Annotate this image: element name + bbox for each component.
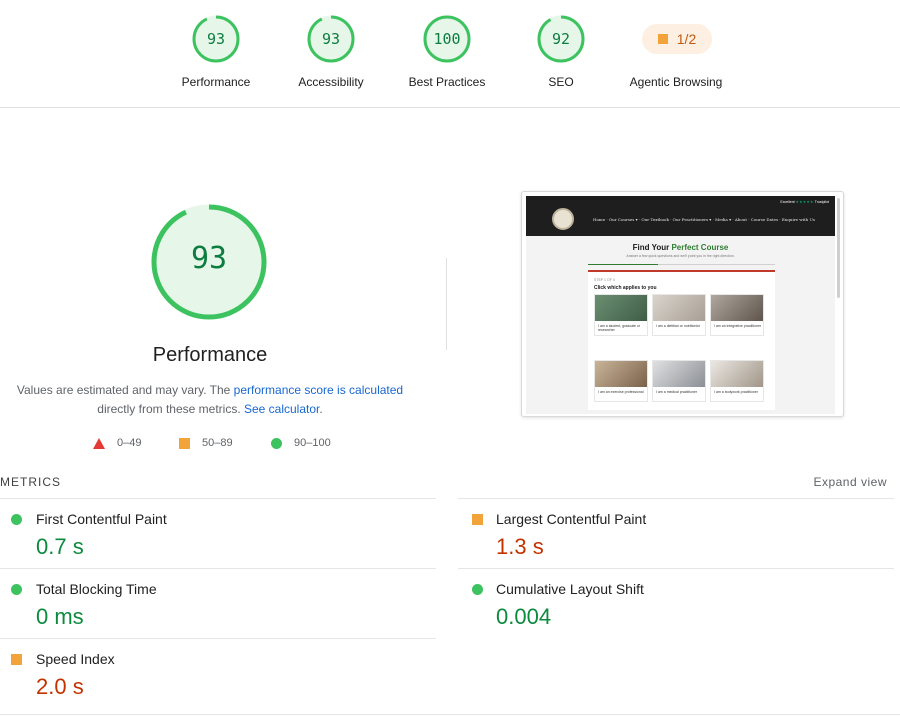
metric-total-blocking-time[interactable]: Total Blocking Time 0 ms — [0, 568, 436, 638]
gauge-seo[interactable]: 92 SEO — [501, 14, 621, 89]
expand-view-toggle[interactable]: Expand view — [813, 475, 887, 489]
legend-fail: 0–49 — [93, 437, 141, 449]
pass-circle-icon — [11, 584, 22, 595]
metric-value: 0 ms — [36, 604, 84, 629]
thumb-body: Find Your Perfect Course Answer a few qu… — [526, 236, 835, 414]
average-square-icon — [472, 514, 483, 525]
metric-value: 1.3 s — [496, 534, 544, 559]
thumb-tile: I am an integrative practitioner — [710, 294, 764, 336]
thumb-tile: I am a medical practitioner — [652, 360, 706, 402]
thumb-tile: I am a student, graduate or researcher — [594, 294, 648, 336]
thumb-header: Excellent ★★★★★ Trustpilot Home · Our Co… — [526, 196, 835, 236]
metric-name: First Contentful Paint — [36, 511, 167, 527]
gauge-label: Agentic Browsing — [629, 75, 723, 89]
thumb-tile: I am a dietitian or nutritionist — [652, 294, 706, 336]
metric-name: Largest Contentful Paint — [496, 511, 647, 527]
metric-name: Total Blocking Time — [36, 581, 157, 597]
metric-speed-index[interactable]: Speed Index 2.0 s — [0, 638, 436, 708]
divider — [0, 714, 900, 715]
metric-name: Speed Index — [36, 651, 115, 667]
legend-pass: 90–100 — [271, 437, 331, 449]
thumb-quiz-card: STEP 1 OF 4 Click which applies to you I… — [588, 270, 775, 410]
gauge-score: 92 — [551, 30, 571, 48]
average-square-icon — [657, 34, 668, 44]
agentic-score-pill: 1/2 — [642, 24, 712, 54]
gauge-score: 100 — [433, 30, 461, 48]
thumb-progress-fill — [588, 264, 658, 265]
fail-triangle-icon — [93, 437, 105, 449]
thumb-heading: Find Your Perfect Course — [632, 243, 729, 252]
metric-value: 2.0 s — [36, 674, 84, 699]
gauge-agentic-browsing[interactable]: 1/2 Agentic Browsing — [630, 14, 722, 89]
metric-value: 0.7 s — [36, 534, 84, 559]
divider — [446, 258, 447, 350]
score-calculated-link[interactable]: performance score is calculated — [234, 383, 403, 397]
legend-average-range: 50–89 — [202, 437, 233, 449]
pass-circle-icon — [472, 584, 483, 595]
thumb-scrollbar[interactable] — [837, 198, 840, 298]
metric-value: 0.004 — [496, 604, 552, 629]
metrics-heading: METRICS — [0, 475, 61, 489]
average-square-icon — [179, 437, 190, 449]
legend-average: 50–89 — [179, 437, 233, 449]
desc-text: . — [319, 402, 323, 416]
thumb-logo — [552, 208, 574, 230]
gauge-accessibility[interactable]: 93 Accessibility — [271, 14, 391, 89]
gauge-best-practices[interactable]: 100 Best Practices — [387, 14, 507, 89]
thumb-tile: I am a bodywork practitioner — [710, 360, 764, 402]
metric-cumulative-layout-shift[interactable]: Cumulative Layout Shift 0.004 — [458, 568, 894, 638]
performance-score: 93 — [190, 241, 228, 276]
metric-first-contentful-paint[interactable]: First Contentful Paint 0.7 s — [0, 498, 436, 568]
gauge-score: 93 — [206, 30, 226, 48]
gauge-performance[interactable]: 93 Performance — [156, 14, 276, 89]
thumb-tile: I am an exercise professional — [594, 360, 648, 402]
pass-circle-icon — [11, 514, 22, 525]
thumb-step: STEP 1 OF 4 — [594, 278, 615, 282]
performance-description: Values are estimated and may vary. The p… — [14, 381, 406, 419]
legend-fail-range: 0–49 — [117, 437, 142, 449]
thumb-trustpilot: Excellent ★★★★★ Trustpilot — [780, 200, 829, 204]
average-square-icon — [11, 654, 22, 665]
thumb-nav: Home · Our Courses ▾ · Our Textbook · Ou… — [593, 217, 815, 222]
thumb-question: Click which applies to you — [594, 285, 657, 291]
desc-text: directly from these metrics. — [97, 402, 244, 416]
agentic-score: 1/2 — [676, 31, 697, 47]
metric-largest-contentful-paint[interactable]: Largest Contentful Paint 1.3 s — [458, 498, 894, 568]
gauge-score: 93 — [321, 30, 341, 48]
category-gauges-bar: 93 Performance 93 Accessibility 100 Best… — [0, 0, 900, 108]
performance-gauge: 93 — [150, 203, 268, 321]
performance-title: Performance — [152, 344, 268, 366]
legend-pass-range: 90–100 — [294, 437, 331, 449]
metric-name: Cumulative Layout Shift — [496, 581, 644, 597]
see-calculator-link[interactable]: See calculator — [244, 402, 319, 416]
final-screenshot[interactable]: Excellent ★★★★★ Trustpilot Home · Our Co… — [521, 191, 844, 417]
pass-circle-icon — [271, 437, 282, 449]
desc-text: Values are estimated and may vary. The — [16, 383, 234, 397]
thumb-subheading: Answer a few quick questions and we'll p… — [626, 254, 735, 258]
